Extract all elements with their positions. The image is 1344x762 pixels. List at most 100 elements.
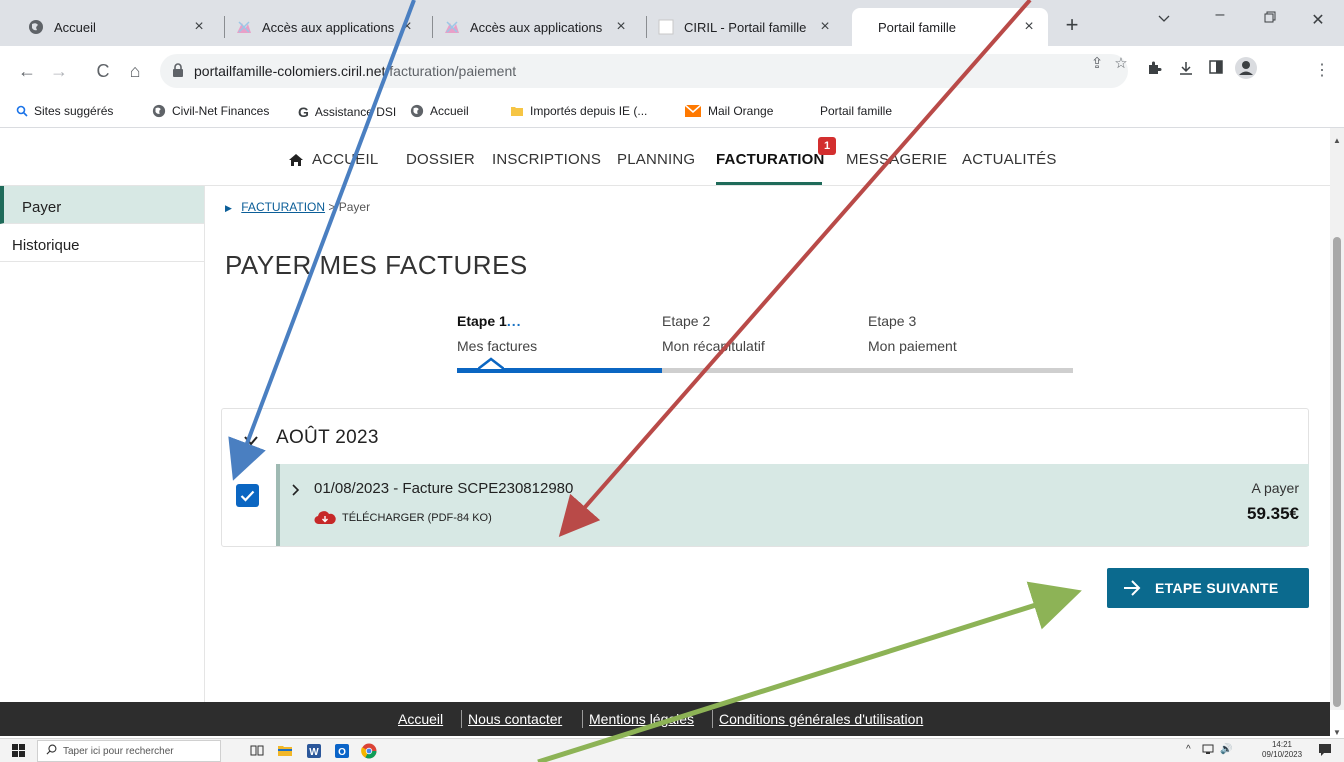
close-tab-icon[interactable]: × xyxy=(190,18,208,36)
bookmark-item[interactable]: Mail Orange xyxy=(684,104,773,118)
search-icon xyxy=(46,742,57,760)
outlook-icon[interactable]: O xyxy=(334,743,350,759)
scroll-up-icon[interactable]: ▲ xyxy=(1331,136,1343,145)
next-step-button[interactable]: ETAPE SUIVANTE xyxy=(1107,568,1309,608)
volume-icon[interactable]: 🔊 xyxy=(1220,744,1232,755)
invoice-row: 01/08/2023 - Facture SCPE230812980 TÉLÉC… xyxy=(276,464,1309,546)
footer-separator xyxy=(712,710,713,728)
bookmark-item[interactable]: Portail famille xyxy=(820,104,892,118)
tab-separator xyxy=(432,16,433,38)
step-1: Etape 1... Mes factures xyxy=(457,313,538,354)
file-explorer-icon[interactable] xyxy=(277,743,293,759)
new-tab-button[interactable]: + xyxy=(1062,14,1082,36)
footer-separator xyxy=(461,710,462,728)
address-bar[interactable]: portailfamille-colomiers.ciril.net/factu… xyxy=(160,54,1128,88)
profile-avatar-icon[interactable] xyxy=(1234,56,1257,85)
chevron-right-icon[interactable] xyxy=(292,483,300,501)
extensions-puzzle-icon[interactable] xyxy=(1144,60,1164,81)
footer-link-cgu[interactable]: Conditions générales d'utilisation xyxy=(719,711,923,727)
url-text: portailfamille-colomiers.ciril.net/factu… xyxy=(194,63,517,79)
close-tab-icon[interactable]: × xyxy=(816,18,834,36)
step-3: Etape 3 Mon paiement xyxy=(868,313,957,354)
tray-chevron-icon[interactable]: ^ xyxy=(1186,744,1191,755)
browser-tab-active[interactable]: Portail famille × xyxy=(852,8,1048,46)
side-panel-icon[interactable] xyxy=(1206,60,1226,79)
share-icon[interactable]: ⇪ xyxy=(1088,54,1106,72)
home-icon xyxy=(288,153,304,167)
menu-kebab-icon[interactable]: ⋮ xyxy=(1312,60,1332,80)
bookmark-item[interactable]: Accueil xyxy=(410,104,469,118)
close-tab-icon[interactable]: × xyxy=(612,18,630,36)
nav-messagerie[interactable]: MESSAGERIE xyxy=(846,151,947,168)
sidebar-item-historique[interactable]: Historique xyxy=(0,224,204,262)
download-icon[interactable] xyxy=(1176,60,1196,81)
scroll-down-icon[interactable]: ▼ xyxy=(1331,728,1343,737)
browser-tab[interactable]: Accès aux applications × xyxy=(434,8,640,46)
task-view-icon[interactable] xyxy=(250,743,266,759)
home-icon[interactable]: ⌂ xyxy=(124,60,146,82)
restore-icon[interactable] xyxy=(1258,10,1282,28)
bookmark-item[interactable]: Sites suggérés xyxy=(16,104,113,118)
checkmark-icon xyxy=(240,490,255,502)
nav-accueil[interactable]: ACCUEIL xyxy=(288,151,378,168)
globe-icon xyxy=(28,19,44,35)
bookmark-star-icon[interactable]: ☆ xyxy=(1112,54,1130,72)
scrollbar-thumb[interactable] xyxy=(1333,237,1341,707)
invoice-title[interactable]: 01/08/2023 - Facture SCPE230812980 xyxy=(314,480,573,497)
invoice-download-link[interactable]: TÉLÉCHARGER (PDF-84 KO) xyxy=(314,511,492,525)
progress-caret-icon xyxy=(478,357,504,370)
close-tab-icon[interactable]: × xyxy=(398,18,416,36)
bookmark-item[interactable]: G Assistance DSI xyxy=(298,104,396,120)
mail-icon xyxy=(684,104,702,118)
sidebar: Payer Historique xyxy=(0,186,205,702)
chrome-icon[interactable] xyxy=(361,743,377,759)
chevron-down-icon[interactable] xyxy=(244,433,258,451)
footer-link-mentions[interactable]: Mentions légales xyxy=(589,711,694,727)
footer-link-contact[interactable]: Nous contacter xyxy=(468,711,562,727)
footer-link-accueil[interactable]: Accueil xyxy=(398,711,443,727)
invoice-amount: 59.35€ xyxy=(1247,504,1299,523)
browser-tab[interactable]: Accueil × xyxy=(18,8,218,46)
browser-tab[interactable]: CIRIL - Portail famille × xyxy=(648,8,844,46)
nav-inscriptions[interactable]: INSCRIPTIONS xyxy=(492,151,601,168)
nav-planning[interactable]: PLANNING xyxy=(617,151,695,168)
bookmarks-bar: Sites suggérés Civil-Net Finances G Assi… xyxy=(0,98,1344,128)
system-clock[interactable]: 14:21 09/10/2023 xyxy=(1262,740,1302,760)
nav-facturation[interactable]: FACTURATION xyxy=(716,151,825,168)
tab-separator xyxy=(224,16,225,38)
taskbar-search[interactable]: Taper ici pour rechercher xyxy=(37,740,221,762)
folder-icon xyxy=(510,104,524,118)
globe-icon xyxy=(410,104,424,118)
close-tab-icon[interactable]: × xyxy=(1020,18,1038,36)
apps-favicon-icon xyxy=(236,19,252,35)
bookmark-folder[interactable]: Importés depuis IE (... xyxy=(510,104,647,118)
month-group-card: AOÛT 2023 01/08/2023 - Facture SCPE23081… xyxy=(221,408,1309,547)
invoice-checkbox[interactable] xyxy=(236,484,259,507)
browser-tab-bar: Accueil × Accès aux applications × Accès… xyxy=(0,0,1344,46)
main-navigation: ACCUEIL DOSSIER INSCRIPTIONS PLANNING FA… xyxy=(0,128,1330,186)
notifications-icon[interactable] xyxy=(1318,743,1332,760)
nav-dossier[interactable]: DOSSIER xyxy=(406,151,475,168)
web-page: ACCUEIL DOSSIER INSCRIPTIONS PLANNING FA… xyxy=(0,128,1330,702)
nav-actualites[interactable]: ACTUALITÉS xyxy=(962,151,1057,168)
minimize-icon[interactable]: – xyxy=(1208,6,1232,24)
arrow-right-icon xyxy=(1123,580,1141,596)
word-icon[interactable]: W xyxy=(306,743,322,759)
forward-icon[interactable]: → xyxy=(48,60,70,82)
breadcrumb-link-facturation[interactable]: FACTURATION xyxy=(241,200,325,214)
breadcrumb: ▶ FACTURATION > Payer xyxy=(225,200,370,214)
network-icon[interactable] xyxy=(1202,744,1214,757)
assistance-g-icon: G xyxy=(298,104,309,120)
back-icon[interactable]: ← xyxy=(16,60,38,82)
bookmark-item[interactable]: Civil-Net Finances xyxy=(152,104,269,118)
step-2: Etape 2 Mon récapitulatif xyxy=(662,313,765,354)
blank-page-icon xyxy=(658,19,674,35)
browser-toolbar: ← → C ⌂ portailfamille-colomiers.ciril.n… xyxy=(0,46,1344,98)
page-footer: Accueil Nous contacter Mentions légales … xyxy=(0,702,1330,736)
sidebar-item-payer[interactable]: Payer xyxy=(0,186,204,224)
windows-start-icon[interactable] xyxy=(12,744,25,762)
close-window-icon[interactable]: ✕ xyxy=(1306,10,1330,30)
reload-icon[interactable]: C xyxy=(92,60,114,82)
tab-search-chevron-icon[interactable] xyxy=(1152,10,1176,28)
browser-tab[interactable]: Accès aux applications × xyxy=(226,8,426,46)
